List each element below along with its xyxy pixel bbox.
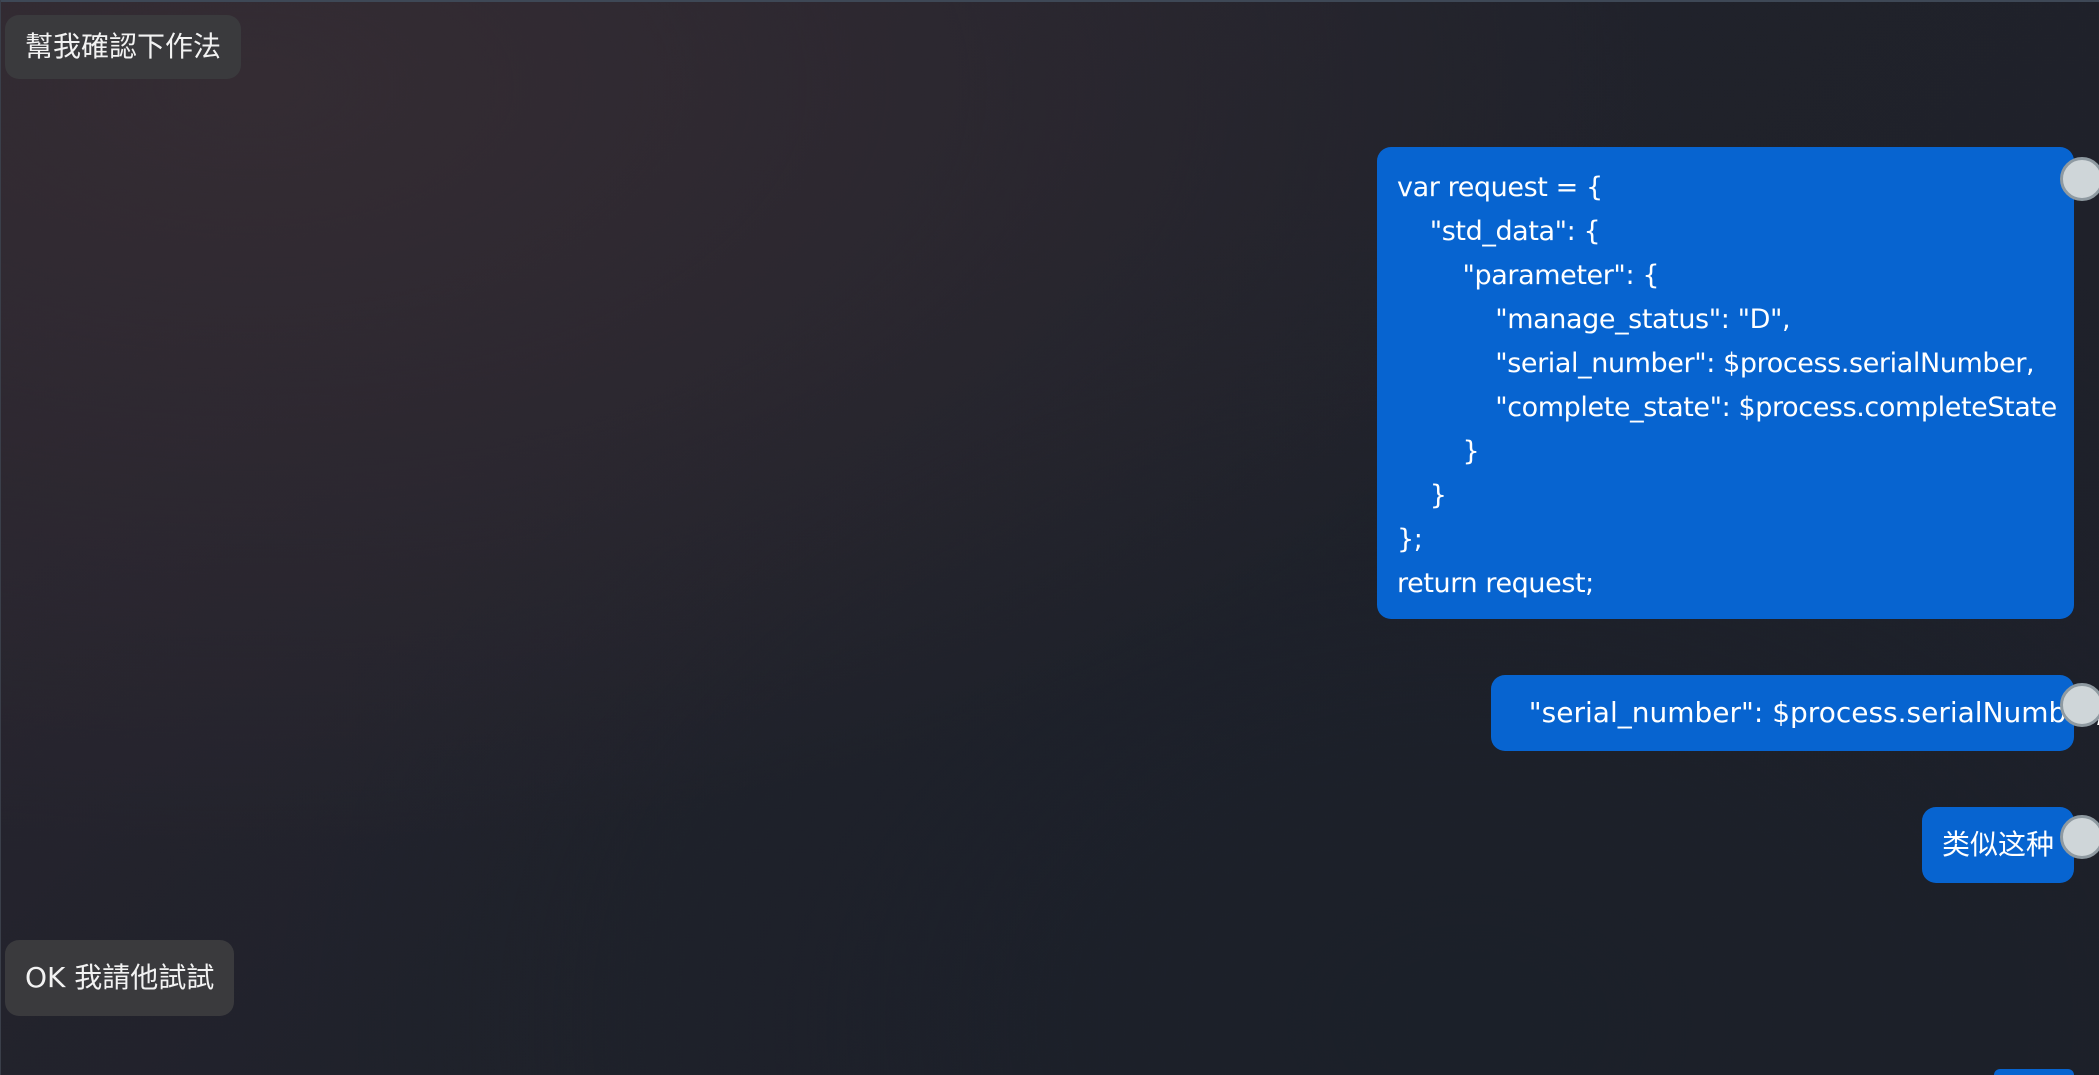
- message-text: OK 我請他試試: [25, 961, 215, 994]
- code-line: var request = {: [1397, 172, 1603, 203]
- code-line: "manage_status": "D",: [1397, 304, 1791, 335]
- window-left-border: [0, 0, 1, 1075]
- code-line: };: [1397, 524, 1423, 555]
- code-line: }: [1397, 436, 1480, 467]
- message-text: 幫我確認下作法: [25, 30, 222, 63]
- code-line: }: [1397, 480, 1447, 511]
- code-line: "std_data": {: [1397, 216, 1601, 247]
- message-text: "serial_number": $process.serialNumber,: [1511, 696, 2099, 729]
- message-bubble-outgoing[interactable]: 类似这种: [1921, 807, 2099, 883]
- message-text: 类似这种: [1941, 828, 2054, 861]
- message-bubble-incoming[interactable]: OK 我請他試試: [5, 940, 235, 1016]
- user-avatar[interactable]: [2060, 815, 2099, 859]
- code-line: "serial_number": $process.serialNumber,: [1397, 348, 2035, 379]
- message-bubble-outgoing-code[interactable]: var request = { "std_data": { "parameter…: [1377, 147, 2099, 619]
- message-bubble-incoming[interactable]: 幫我確認下作法: [5, 15, 242, 79]
- message-bubble-outgoing[interactable]: "serial_number": $process.serialNumber,: [1491, 675, 2099, 751]
- user-avatar[interactable]: [2060, 157, 2099, 201]
- code-line: return request;: [1397, 568, 1594, 599]
- code-line: "complete_state": $process.completeState: [1397, 392, 2057, 423]
- message-bubble-outgoing-partial[interactable]: [1994, 1069, 2074, 1075]
- code-line: "parameter": {: [1397, 260, 1660, 291]
- window-top-border: [0, 0, 2099, 2]
- user-avatar[interactable]: [2060, 683, 2099, 727]
